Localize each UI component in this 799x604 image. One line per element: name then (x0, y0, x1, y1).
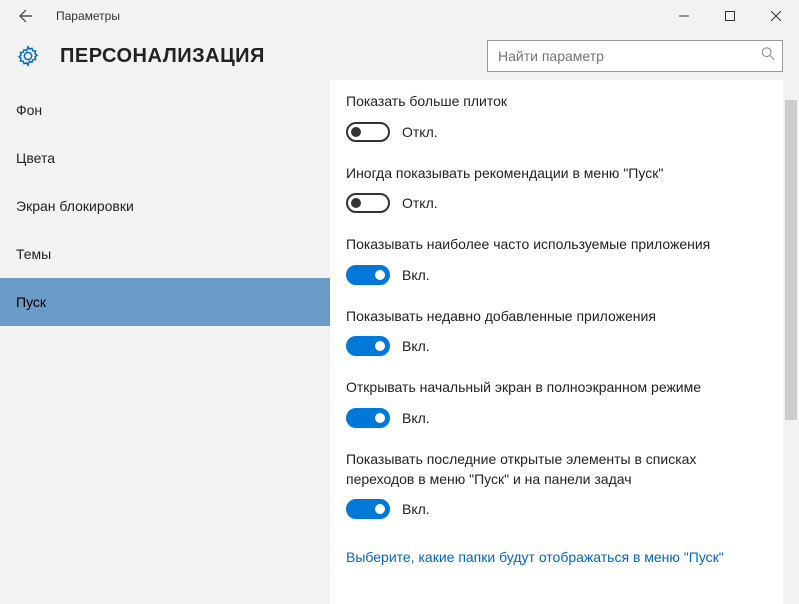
toggle-state-text: Вкл. (402, 410, 430, 426)
toggle-more-tiles[interactable] (346, 122, 390, 142)
setting-label: Показывать наиболее часто используемые п… (346, 235, 746, 255)
toggle-suggestions[interactable] (346, 193, 390, 213)
scrollbar-thumb[interactable] (785, 100, 797, 420)
sidebar-item-label: Темы (16, 246, 51, 262)
toggle-jumplists[interactable] (346, 499, 390, 519)
toggle-row: Вкл. (346, 499, 775, 519)
setting-label: Открывать начальный экран в полноэкранно… (346, 378, 746, 398)
toggle-state-text: Вкл. (402, 501, 430, 517)
toggle-knob (375, 413, 385, 423)
sidebar-item-background[interactable]: Фон (0, 86, 330, 134)
body: Фон Цвета Экран блокировки Темы Пуск Пок… (0, 80, 799, 604)
maximize-icon (725, 11, 735, 21)
sidebar-item-label: Цвета (16, 150, 55, 166)
toggle-fullscreen-start[interactable] (346, 408, 390, 428)
toggle-state-text: Вкл. (402, 338, 430, 354)
setting-label: Иногда показывать рекомендации в меню "П… (346, 164, 746, 184)
toggle-row: Вкл. (346, 265, 775, 285)
toggle-row: Вкл. (346, 336, 775, 356)
page-title: ПЕРСОНАЛИЗАЦИЯ (60, 45, 265, 68)
toggle-knob (375, 270, 385, 280)
toggle-row: Откл. (346, 122, 775, 142)
choose-folders-link[interactable]: Выберите, какие папки будут отображаться… (346, 549, 724, 565)
search-input[interactable] (487, 40, 783, 72)
sidebar-item-themes[interactable]: Темы (0, 230, 330, 278)
sidebar: Фон Цвета Экран блокировки Темы Пуск (0, 80, 330, 604)
search-wrap (487, 40, 783, 72)
toggle-row: Вкл. (346, 408, 775, 428)
content: Показать больше плиток Откл. Иногда пока… (330, 80, 799, 604)
sidebar-item-lockscreen[interactable]: Экран блокировки (0, 182, 330, 230)
sidebar-item-start[interactable]: Пуск (0, 278, 330, 326)
setting-label: Показывать недавно добавленные приложени… (346, 307, 746, 327)
sidebar-item-label: Экран блокировки (16, 198, 134, 214)
minimize-button[interactable] (661, 0, 707, 32)
sidebar-item-label: Пуск (16, 294, 46, 310)
setting-more-tiles: Показать больше плиток Откл. (346, 92, 775, 142)
toggle-knob (351, 198, 361, 208)
toggle-most-used[interactable] (346, 265, 390, 285)
setting-fullscreen-start: Открывать начальный экран в полноэкранно… (346, 378, 775, 428)
toggle-knob (375, 341, 385, 351)
setting-label: Показать больше плиток (346, 92, 746, 112)
toggle-state-text: Вкл. (402, 267, 430, 283)
setting-jumplists: Показывать последние открытые элементы в… (346, 450, 775, 519)
scrollbar[interactable] (783, 80, 799, 604)
window-title: Параметры (56, 9, 120, 23)
gear-icon (16, 44, 40, 68)
setting-suggestions: Иногда показывать рекомендации в меню "П… (346, 164, 775, 214)
back-button[interactable] (0, 0, 48, 32)
search-icon (761, 47, 775, 66)
toggle-state-text: Откл. (402, 124, 438, 140)
header: ПЕРСОНАЛИЗАЦИЯ (0, 32, 799, 80)
close-button[interactable] (753, 0, 799, 32)
minimize-icon (679, 11, 689, 21)
sidebar-item-colors[interactable]: Цвета (0, 134, 330, 182)
maximize-button[interactable] (707, 0, 753, 32)
window-controls (661, 0, 799, 32)
toggle-knob (375, 504, 385, 514)
setting-most-used: Показывать наиболее часто используемые п… (346, 235, 775, 285)
close-icon (771, 11, 781, 21)
titlebar: Параметры (0, 0, 799, 32)
setting-label: Показывать последние открытые элементы в… (346, 450, 746, 489)
toggle-state-text: Откл. (402, 195, 438, 211)
toggle-recent-apps[interactable] (346, 336, 390, 356)
setting-recent-apps: Показывать недавно добавленные приложени… (346, 307, 775, 357)
toggle-knob (351, 127, 361, 137)
sidebar-item-label: Фон (16, 102, 42, 118)
back-arrow-icon (14, 6, 34, 26)
toggle-row: Откл. (346, 193, 775, 213)
